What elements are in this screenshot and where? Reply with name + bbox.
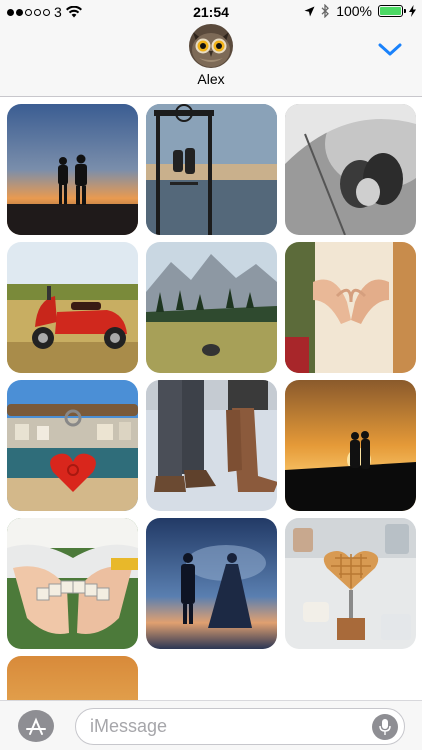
couple-kiss-sunset-image: [285, 380, 416, 511]
photo-tile[interactable]: [285, 518, 416, 649]
photo-tile[interactable]: [285, 380, 416, 511]
owl-avatar[interactable]: [189, 24, 233, 68]
wedding-couple-dusk-image: [146, 518, 277, 649]
chevron-down-icon[interactable]: [378, 42, 402, 58]
microphone-icon: [379, 719, 391, 735]
status-bar: 3 21:54 100%: [0, 0, 422, 24]
app-store-icon: [26, 717, 46, 735]
photo-tile[interactable]: [7, 380, 138, 511]
photo-tile[interactable]: [285, 104, 416, 235]
status-indicators: 100%: [304, 3, 416, 19]
photo-tile[interactable]: [146, 518, 277, 649]
dictation-button[interactable]: [372, 714, 398, 740]
message-input[interactable]: [76, 709, 356, 744]
battery-percent: 100%: [336, 3, 372, 19]
charging-bolt-icon: [409, 5, 416, 17]
app-store-button[interactable]: [18, 710, 54, 742]
photo-tile[interactable]: [7, 104, 138, 235]
contact-name[interactable]: Alex: [0, 71, 422, 87]
red-scooter-field-image: [7, 242, 138, 373]
couple-swing-ocean-image: [146, 104, 277, 235]
couple-silhouette-sunset-image: [7, 104, 138, 235]
location-arrow-icon: [304, 6, 315, 16]
photo-tile[interactable]: [146, 380, 277, 511]
couple-umbrella-rain-image: [285, 104, 416, 235]
mountain-meadow-image: [146, 242, 277, 373]
imessage-field[interactable]: [75, 708, 405, 745]
boots-in-snow-image: [146, 380, 277, 511]
battery-icon: [378, 5, 406, 17]
photo-tile[interactable]: [7, 242, 138, 373]
photo-tile[interactable]: [146, 104, 277, 235]
photo-tile[interactable]: [285, 242, 416, 373]
forever-letter-tiles-image: [7, 518, 138, 649]
photo-tile[interactable]: [7, 518, 138, 649]
conversation-header: Alex: [0, 24, 422, 97]
hands-heart-shape-image: [285, 242, 416, 373]
heart-waffle-cafe-image: [285, 518, 416, 649]
photo-tile[interactable]: [146, 242, 277, 373]
message-composer: [0, 700, 422, 750]
heart-padlock-beach-image: [7, 380, 138, 511]
bluetooth-icon: [321, 4, 330, 18]
